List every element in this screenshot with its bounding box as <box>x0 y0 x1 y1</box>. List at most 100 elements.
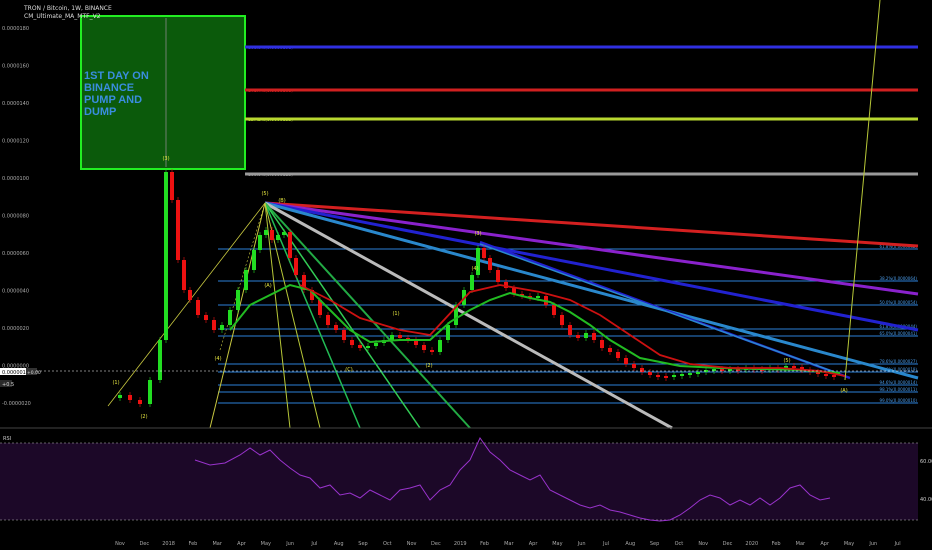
trend-line <box>107 202 266 407</box>
wave-label: (A) <box>840 388 847 394</box>
fib-retrace-label: 98.1%(0.0000011) <box>880 387 918 392</box>
candle-body <box>138 400 142 404</box>
candle-body <box>182 260 186 290</box>
last-price-label: 0.0000010 <box>2 370 29 376</box>
trend-line <box>219 202 266 351</box>
candle-body <box>584 333 588 338</box>
time-axis-label: 2019 <box>454 541 467 547</box>
rsi-label: RSI <box>3 436 11 442</box>
fib-retrace-label: 94.6%(0.0000014) <box>880 380 918 385</box>
candle-body <box>576 335 580 338</box>
candle-body <box>430 350 434 352</box>
wave-label: (2) <box>140 414 147 420</box>
candle-body <box>600 340 604 348</box>
price-tick-label: 0.0000060 <box>2 251 29 257</box>
candle-body <box>688 373 692 375</box>
time-axis-label: Dec <box>139 541 149 547</box>
candle-body <box>640 368 644 372</box>
candle-body <box>204 315 208 320</box>
candle-body <box>560 315 564 325</box>
time-axis-label: Apr <box>237 541 247 547</box>
candle-body <box>282 232 286 235</box>
price-tick-label: 0.0000040 <box>2 289 29 295</box>
candle-body <box>832 375 836 377</box>
fib-label: 127.2%(0.0000152) <box>248 117 293 123</box>
fib-label: 100.0%(0.0000123) <box>248 172 293 178</box>
time-axis-label: May <box>261 541 271 547</box>
wave-label: (4) <box>471 266 478 272</box>
candle-body <box>236 290 240 310</box>
time-axis-label: May <box>844 541 854 547</box>
candle-body <box>470 275 474 290</box>
candle-body <box>438 340 442 352</box>
time-axis-label: Jun <box>577 541 586 547</box>
candle-body <box>648 372 652 375</box>
candle-body <box>568 325 572 335</box>
wave-label: (5) <box>783 358 790 364</box>
indicator-title: CM_Ultimate_MA_MTF_V2 <box>24 13 101 20</box>
candle-body <box>656 375 660 377</box>
wave-label: (5) <box>261 191 268 197</box>
time-axis-label: Aug <box>625 541 635 547</box>
candle-body <box>488 258 492 270</box>
time-axis-label: Jul <box>894 541 901 547</box>
candle-body <box>482 248 486 258</box>
wave-label: (3) <box>162 156 169 162</box>
time-axis-label: Jul <box>310 541 317 547</box>
candle-body <box>188 290 192 300</box>
last-price-tag: +0.00 <box>27 370 41 376</box>
time-axis-label: Nov <box>698 541 708 547</box>
wave-label: (1) <box>112 380 119 386</box>
candle-body <box>664 376 668 378</box>
candle-body <box>176 200 180 260</box>
price-tick-label: 0.0000020 <box>2 326 29 332</box>
price-tick-label: -0.0000020 <box>2 401 31 407</box>
time-axis-label: Feb <box>188 541 197 547</box>
fib-retrace-label: 38.2%(0.0000064) <box>880 276 918 281</box>
price-tick-label: 0.0000100 <box>2 176 29 182</box>
rsi-level-label: 40.00 <box>920 497 932 503</box>
time-axis-label: Oct <box>383 541 392 547</box>
time-axis-label: Oct <box>675 541 684 547</box>
time-axis-label: Sep <box>650 541 659 547</box>
wave-label: (B) <box>278 198 285 204</box>
time-axis-label: Feb <box>480 541 489 547</box>
candle-body <box>374 343 378 346</box>
price-tick-label: 0.0000120 <box>2 139 29 145</box>
candle-body <box>244 270 248 290</box>
fan-line <box>209 202 266 429</box>
candle-body <box>824 374 828 376</box>
candle-body <box>294 258 298 275</box>
rsi-band <box>0 443 918 520</box>
time-axis-label: Jun <box>868 541 877 547</box>
candle-body <box>552 305 556 315</box>
candle-body <box>164 172 168 340</box>
wave-label: (A) <box>264 283 271 289</box>
time-axis-label: Dec <box>431 541 441 547</box>
fib-label: 161.8%(0.0000191) <box>248 45 293 51</box>
wave-label: (2) <box>425 363 432 369</box>
time-axis-label: Nov <box>115 541 125 547</box>
candle-body <box>366 346 370 348</box>
candle-body <box>264 230 268 235</box>
time-axis-label: Jun <box>285 541 294 547</box>
fan-line <box>264 201 919 296</box>
candle-body <box>228 310 232 325</box>
candle-body <box>792 366 796 368</box>
time-axis-label: Mar <box>504 541 514 547</box>
chart-symbol-title: TRON / Bitcoin, 1W, BINANCE <box>24 5 112 12</box>
candle-body <box>276 235 280 240</box>
sub-tag: +0.5 <box>2 382 14 388</box>
candle-body <box>536 296 540 298</box>
candle-body <box>334 325 338 330</box>
fan-line <box>264 201 919 248</box>
fib-retrace-label: 50.0%(0.0000054) <box>880 300 918 305</box>
wave-label: (4) <box>214 356 221 362</box>
price-tick-label: 0.0000180 <box>2 26 29 32</box>
time-axis-label: 2020 <box>745 541 758 547</box>
time-axis-label: Mar <box>796 541 806 547</box>
wave-label: (3) <box>474 231 481 237</box>
candle-body <box>288 232 292 258</box>
candle-body <box>118 395 122 398</box>
candle-body <box>258 235 262 250</box>
